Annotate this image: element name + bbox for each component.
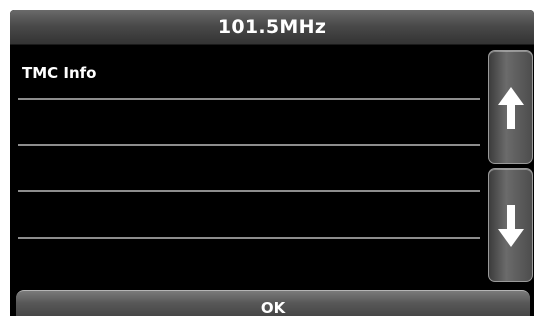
scroll-down-button[interactable]: [488, 168, 533, 282]
divider: [18, 237, 480, 239]
title-bar: 101.5MHz: [10, 10, 534, 45]
radio-screen: 101.5MHz TMC Info OK: [10, 10, 534, 316]
list-item[interactable]: [10, 100, 482, 146]
ok-button-label: OK: [260, 299, 286, 316]
list-item-label: TMC Info: [22, 64, 97, 82]
page-title: 101.5MHz: [217, 16, 327, 38]
arrow-up-icon: [498, 87, 524, 129]
arrow-down-icon: [498, 205, 524, 247]
ok-button[interactable]: OK: [16, 290, 530, 316]
list-item[interactable]: [10, 146, 482, 192]
list-item[interactable]: [10, 192, 482, 238]
scroll-up-button[interactable]: [488, 50, 533, 164]
list-item[interactable]: TMC Info: [10, 54, 482, 100]
